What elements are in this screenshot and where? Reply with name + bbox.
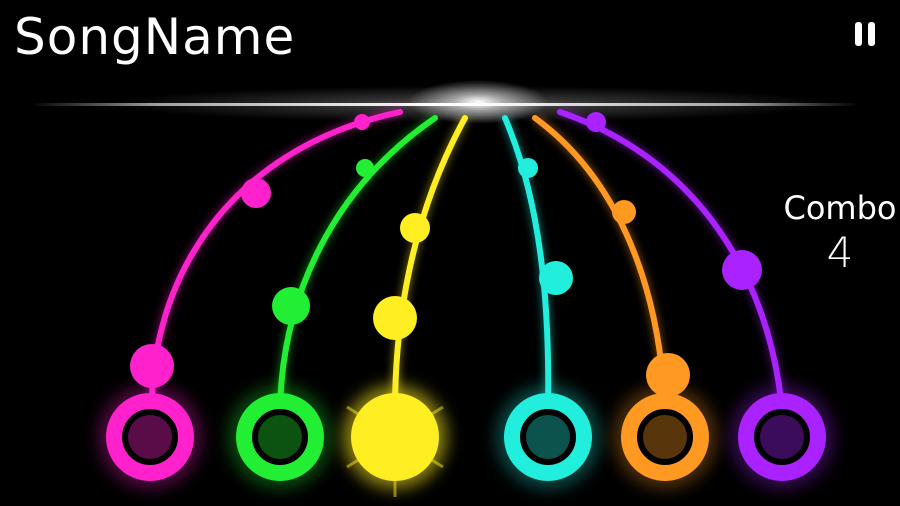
hit-center <box>760 415 804 459</box>
note <box>130 344 174 388</box>
note <box>586 112 606 132</box>
hit-button-yellow[interactable] <box>351 393 439 481</box>
lane-track-glow <box>390 115 470 411</box>
note <box>518 158 538 178</box>
combo-counter: Combo 4 <box>780 188 900 278</box>
song-title: SongName <box>14 8 296 66</box>
hit-center <box>258 415 302 459</box>
combo-value: 4 <box>826 228 854 277</box>
note <box>722 250 762 290</box>
note <box>356 159 374 177</box>
hit-button-purple[interactable] <box>738 393 826 481</box>
hit-center <box>526 415 570 459</box>
hit-button-cyan[interactable] <box>504 393 592 481</box>
hit-center <box>373 415 417 459</box>
note <box>354 114 370 130</box>
note <box>400 213 430 243</box>
note <box>373 296 417 340</box>
hit-button-green[interactable] <box>236 393 324 481</box>
pause-bar-left <box>855 22 862 46</box>
game-stage <box>30 80 860 497</box>
note <box>612 200 636 224</box>
hit-center <box>128 415 172 459</box>
hit-button-orange[interactable] <box>621 393 709 481</box>
lanes <box>98 107 834 497</box>
hit-center <box>643 415 687 459</box>
pause-bar-right <box>868 22 875 46</box>
pause-button[interactable] <box>846 14 886 54</box>
note <box>241 178 271 208</box>
note <box>539 261 573 295</box>
hit-button-pink[interactable] <box>106 393 194 481</box>
lane-track <box>392 115 468 413</box>
note <box>272 287 310 325</box>
combo-label: Combo <box>783 189 897 227</box>
lane-track <box>148 109 403 413</box>
lane-cyan <box>496 115 600 489</box>
